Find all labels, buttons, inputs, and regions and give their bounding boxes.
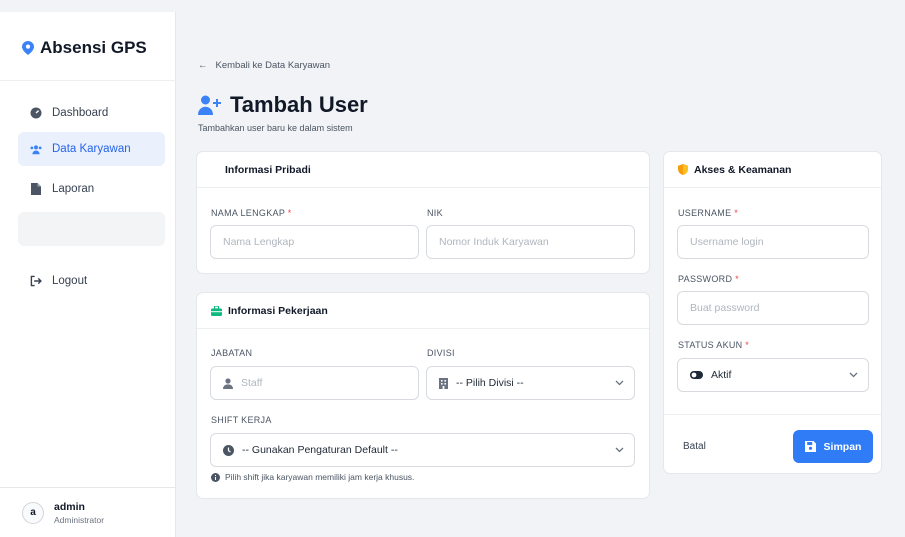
select-value: -- Gunakan Pengaturan Default -- bbox=[242, 444, 398, 456]
status-akun-select[interactable]: Aktif bbox=[677, 358, 869, 392]
shield-icon bbox=[678, 164, 688, 175]
back-link[interactable]: ← Kembali ke Data Karyawan bbox=[198, 60, 330, 71]
arrow-left-icon: ← bbox=[198, 60, 208, 71]
input-placeholder: Staff bbox=[241, 377, 263, 389]
page-title: Tambah User bbox=[198, 92, 368, 118]
sidebar-item-label: Data Karyawan bbox=[52, 143, 131, 155]
sidebar-item-label: Dashboard bbox=[52, 107, 109, 119]
input-placeholder: Nama Lengkap bbox=[223, 236, 295, 248]
chevron-down-icon bbox=[849, 372, 858, 378]
sidebar-item-laporan[interactable]: Laporan bbox=[18, 172, 165, 206]
building-icon bbox=[439, 377, 448, 389]
chevron-down-icon bbox=[615, 380, 624, 386]
card-akses-keamanan: Akses & Keamanan USERNAME * Username log… bbox=[663, 151, 882, 474]
sidebar-item-hidden[interactable] bbox=[18, 212, 165, 246]
users-icon bbox=[30, 143, 42, 155]
card-informasi-pribadi: Informasi Pribadi NAMA LENGKAP * Nama Le… bbox=[196, 151, 650, 274]
briefcase-icon bbox=[211, 305, 222, 316]
brand[interactable]: Absensi GPS bbox=[22, 38, 147, 58]
hint-text: Pilih shift jika karyawan memiliki jam k… bbox=[225, 472, 415, 482]
select-value: -- Pilih Divisi -- bbox=[456, 377, 524, 389]
divider bbox=[664, 414, 881, 415]
password-input[interactable]: Buat password bbox=[677, 291, 869, 325]
shift-select[interactable]: -- Gunakan Pengaturan Default -- bbox=[210, 433, 635, 467]
card-header: Informasi Pribadi bbox=[197, 152, 649, 188]
card-title: Informasi Pribadi bbox=[225, 163, 311, 176]
username-input[interactable]: Username login bbox=[677, 225, 869, 259]
user-plus-icon bbox=[198, 95, 221, 115]
password-label: PASSWORD * bbox=[678, 274, 739, 284]
brand-title: Absensi GPS bbox=[40, 38, 147, 57]
page-subtitle: Tambahkan user baru ke dalam sistem bbox=[198, 123, 353, 133]
input-placeholder: Username login bbox=[690, 236, 764, 248]
user-profile[interactable]: a admin Administrator bbox=[0, 487, 176, 537]
info-icon bbox=[211, 472, 220, 482]
chevron-down-icon bbox=[615, 447, 624, 453]
divisi-label: DIVISI bbox=[427, 348, 455, 358]
username-label: USERNAME * bbox=[678, 208, 739, 218]
shift-label: SHIFT KERJA bbox=[211, 415, 272, 425]
cancel-button[interactable]: Batal bbox=[683, 441, 706, 452]
nama-lengkap-input[interactable]: Nama Lengkap bbox=[210, 225, 419, 259]
nik-label: NIK bbox=[427, 208, 443, 218]
select-value: Aktif bbox=[711, 369, 732, 381]
avatar: a bbox=[22, 501, 44, 524]
save-icon bbox=[804, 441, 816, 452]
file-icon bbox=[30, 183, 42, 195]
save-button[interactable]: Simpan bbox=[793, 430, 873, 463]
sidebar-item-dashboard[interactable]: Dashboard bbox=[18, 96, 165, 130]
toggle-on-icon bbox=[690, 371, 703, 379]
sidebar-item-data-karyawan[interactable]: Data Karyawan bbox=[18, 132, 165, 166]
save-button-label: Simpan bbox=[823, 440, 862, 453]
dashboard-icon bbox=[30, 107, 42, 119]
clock-icon bbox=[223, 444, 234, 456]
sidebar-item-label: Logout bbox=[52, 275, 88, 287]
divisi-select[interactable]: -- Pilih Divisi -- bbox=[426, 366, 635, 400]
page-title-text: Tambah User bbox=[230, 92, 368, 117]
card-title: Akses & Keamanan bbox=[694, 163, 792, 176]
nama-label: NAMA LENGKAP * bbox=[211, 208, 292, 218]
input-placeholder: Buat password bbox=[690, 302, 760, 314]
logout-icon bbox=[30, 275, 42, 287]
card-header: Informasi Pekerjaan bbox=[197, 293, 649, 329]
nik-input[interactable]: Nomor Induk Karyawan bbox=[426, 225, 635, 259]
user-name: admin bbox=[54, 500, 85, 513]
sidebar: Absensi GPS Dashboard Data Karyawan Lapo… bbox=[0, 12, 176, 537]
shift-hint: Pilih shift jika karyawan memiliki jam k… bbox=[211, 472, 414, 482]
user-tie-icon bbox=[223, 377, 233, 389]
sidebar-item-logout[interactable]: Logout bbox=[18, 264, 165, 298]
card-title: Informasi Pekerjaan bbox=[228, 304, 328, 317]
map-pin-icon bbox=[22, 41, 34, 55]
user-role: Administrator bbox=[54, 514, 105, 525]
divider bbox=[0, 80, 176, 81]
sidebar-item-label: Laporan bbox=[52, 183, 95, 195]
card-header: Akses & Keamanan bbox=[664, 152, 881, 188]
card-informasi-pekerjaan: Informasi Pekerjaan JABATAN Staff DIVISI… bbox=[196, 292, 650, 499]
jabatan-label: JABATAN bbox=[211, 348, 253, 358]
status-label: STATUS AKUN * bbox=[678, 340, 750, 350]
jabatan-input[interactable]: Staff bbox=[210, 366, 419, 400]
back-link-label: Kembali ke Data Karyawan bbox=[215, 60, 331, 71]
input-placeholder: Nomor Induk Karyawan bbox=[439, 236, 549, 248]
